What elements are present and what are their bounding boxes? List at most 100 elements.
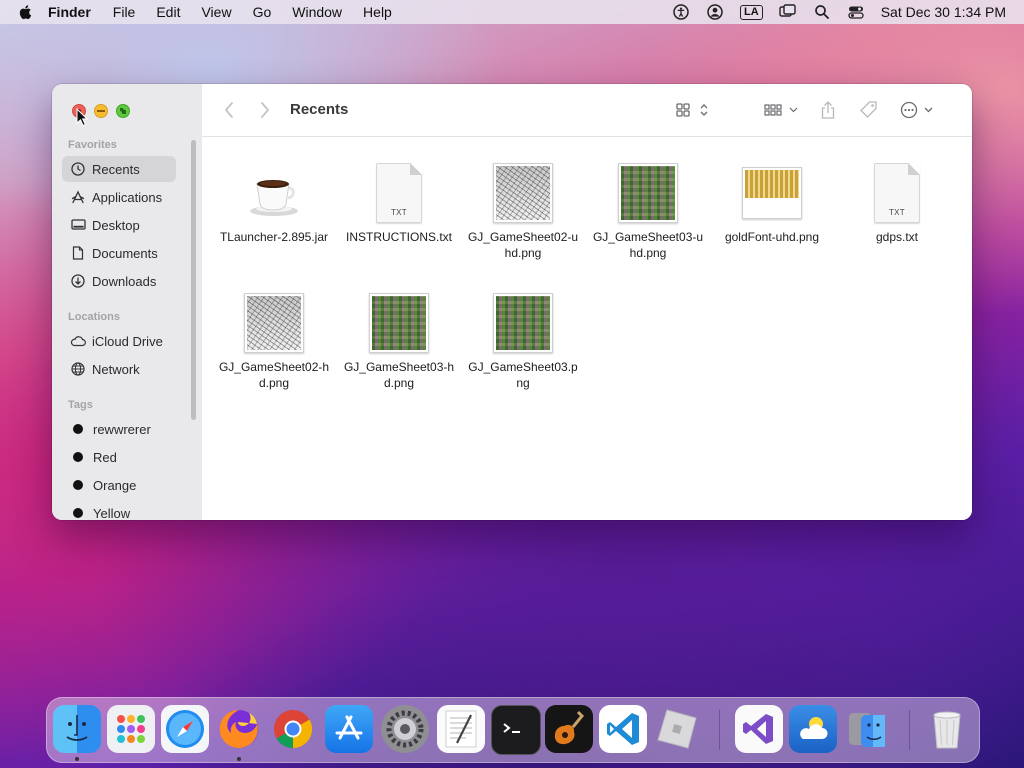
sidebar-item-label: Recents	[92, 161, 140, 177]
menu-go[interactable]: Go	[253, 4, 272, 20]
textedit-icon[interactable]	[437, 705, 485, 753]
file-item[interactable]: TXT INSTRUCTIONS.txt	[339, 161, 459, 245]
file-item[interactable]: GJ_GameSheet03-uhd.png	[588, 161, 708, 261]
sidebar-section-locations: Locations	[68, 311, 120, 323]
chevron-right-icon	[261, 102, 270, 118]
sidebar-item-label: Downloads	[92, 273, 157, 289]
finder-migration-icon[interactable]	[843, 705, 891, 753]
finder-window: Favorites Recents Applications Desktop D…	[52, 84, 972, 520]
menu-view[interactable]: View	[201, 4, 231, 20]
dock-separator	[909, 710, 910, 750]
txt-badge: TXT	[888, 208, 905, 217]
menu-app-name[interactable]: Finder	[48, 4, 91, 20]
sidebar-scrollbar[interactable]	[191, 140, 196, 420]
weather-icon[interactable]	[789, 705, 837, 753]
image-thumbnail	[491, 291, 555, 355]
file-item[interactable]: GJ_GameSheet03.png	[463, 291, 583, 391]
sidebar-tag-orange[interactable]: Orange	[62, 472, 176, 498]
accessibility-icon[interactable]	[672, 3, 690, 21]
apple-menu-icon[interactable]	[18, 4, 34, 20]
fullscreen-window-button[interactable]	[116, 104, 130, 118]
input-source-indicator[interactable]: LA	[740, 4, 763, 20]
running-indicator	[237, 757, 241, 761]
spotlight-search-icon[interactable]	[813, 3, 831, 21]
tags-button[interactable]	[858, 100, 880, 120]
system-preferences-icon[interactable]	[381, 705, 429, 753]
firefox-icon[interactable]	[215, 705, 263, 753]
desktop-icon	[70, 217, 86, 233]
finder-icon[interactable]	[53, 705, 101, 753]
view-mode-button[interactable]	[674, 100, 712, 120]
user-account-icon[interactable]	[706, 3, 724, 21]
sidebar-section-favorites: Favorites	[68, 139, 117, 151]
vscode-icon[interactable]	[599, 705, 647, 753]
sidebar-item-label: Orange	[93, 477, 137, 493]
sidebar-item-recents[interactable]: Recents	[62, 156, 176, 182]
menu-help[interactable]: Help	[363, 4, 392, 20]
menu-file[interactable]: File	[113, 4, 136, 20]
menu-bar: Finder File Edit View Go Window Help LA …	[0, 0, 1024, 24]
file-item[interactable]: GJ_GameSheet02-hd.png	[214, 291, 334, 391]
forward-button[interactable]	[258, 100, 272, 120]
menu-edit[interactable]: Edit	[156, 4, 180, 20]
sidebar-item-downloads[interactable]: Downloads	[62, 268, 176, 294]
file-grid: TLauncher-2.895.jar TXT INSTRUCTIONS.txt…	[202, 137, 972, 520]
file-name: GJ_GameSheet02-uhd.png	[467, 230, 579, 260]
file-item[interactable]: TLauncher-2.895.jar	[214, 161, 334, 245]
sidebar-tag-rewwrerer[interactable]: rewwrerer	[62, 416, 176, 442]
chrome-icon[interactable]	[269, 705, 317, 753]
file-item[interactable]: GJ_GameSheet02-uhd.png	[463, 161, 583, 261]
back-button[interactable]	[222, 100, 236, 120]
file-item[interactable]: GJ_GameSheet03-hd.png	[339, 291, 459, 391]
tag-dot-icon	[73, 424, 83, 434]
chevron-left-icon	[224, 102, 233, 118]
sidebar-item-applications[interactable]: Applications	[62, 184, 176, 210]
applications-icon	[70, 189, 86, 205]
action-menu-button[interactable]	[899, 100, 937, 120]
file-name: GJ_GameSheet03.png	[468, 360, 578, 390]
tag-dot-icon	[73, 452, 83, 462]
tag-icon	[860, 101, 877, 118]
sidebar-item-label: Applications	[92, 189, 163, 205]
trash-icon[interactable]	[923, 705, 971, 753]
sidebar-item-network[interactable]: Network	[62, 356, 176, 382]
text-file-icon: TXT	[367, 161, 431, 225]
tag-dot-icon	[73, 480, 83, 490]
java-coffee-cup-icon	[242, 161, 306, 225]
menu-clock[interactable]: Sat Dec 30 1:34 PM	[881, 4, 1006, 20]
share-button[interactable]	[818, 100, 838, 120]
file-name: GJ_GameSheet03-hd.png	[343, 360, 455, 390]
ellipsis-circle-icon	[900, 101, 933, 119]
sidebar-item-label: Yellow	[93, 505, 131, 521]
file-name: GJ_GameSheet02-hd.png	[218, 360, 330, 390]
minimize-window-button[interactable]	[94, 104, 108, 118]
txt-badge: TXT	[390, 208, 407, 217]
control-center-icon[interactable]	[847, 3, 865, 21]
dock-separator	[719, 710, 720, 750]
safari-icon[interactable]	[161, 705, 209, 753]
menu-window[interactable]: Window	[292, 4, 342, 20]
sidebar-item-desktop[interactable]: Desktop	[62, 212, 176, 238]
sidebar-item-label: rewwrerer	[93, 421, 151, 437]
launchpad-icon[interactable]	[107, 705, 155, 753]
sidebar-item-documents[interactable]: Documents	[62, 240, 176, 266]
visual-studio-icon[interactable]	[735, 705, 783, 753]
sidebar-item-label: Documents	[92, 245, 158, 261]
group-button[interactable]	[762, 100, 802, 120]
screen-mirroring-icon[interactable]	[779, 3, 797, 21]
file-item[interactable]: goldFont-uhd.png	[712, 161, 832, 245]
sidebar-tag-red[interactable]: Red	[62, 444, 176, 470]
tag-dot-icon	[73, 508, 83, 518]
sidebar-item-label: iCloud Drive	[92, 333, 163, 349]
image-thumbnail	[242, 291, 306, 355]
file-item[interactable]: TXT gdps.txt	[837, 161, 957, 245]
sidebar-item-icloud-drive[interactable]: iCloud Drive	[62, 328, 176, 354]
document-icon	[70, 245, 86, 261]
mouse-pointer-icon	[76, 108, 88, 126]
app-store-icon[interactable]	[325, 705, 373, 753]
terminal-icon[interactable]	[491, 705, 541, 755]
sidebar-tag-yellow[interactable]: Yellow	[62, 500, 176, 520]
garageband-icon[interactable]	[545, 705, 593, 753]
network-icon	[70, 361, 86, 377]
roblox-icon[interactable]	[653, 705, 701, 753]
